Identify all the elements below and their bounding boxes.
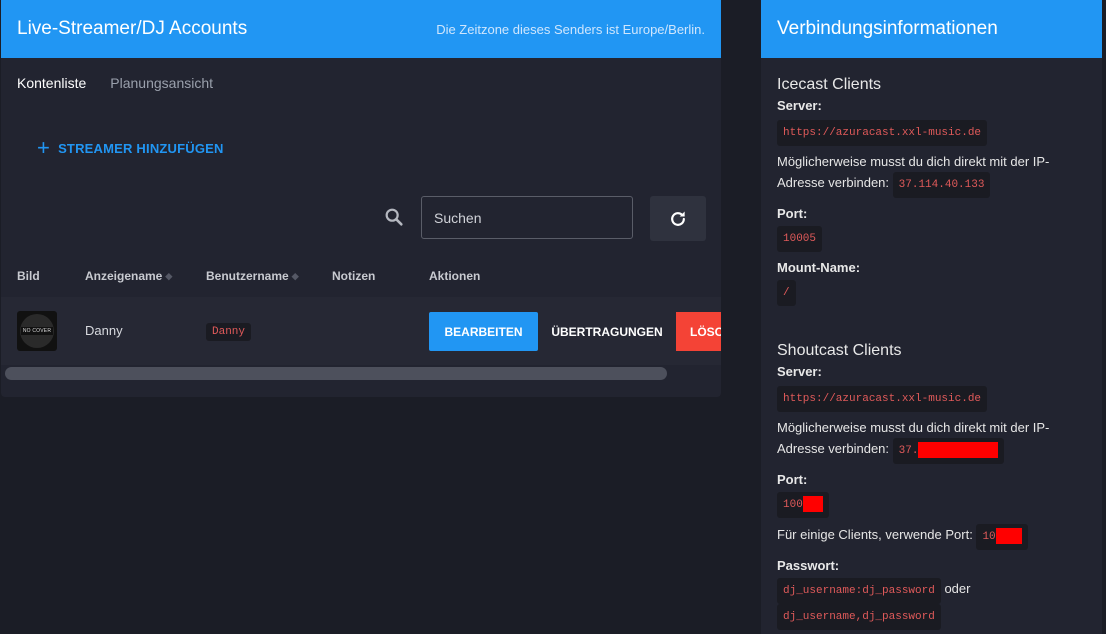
- connection-card-header: Verbindungsinformationen: [761, 0, 1102, 58]
- add-streamer-label: STREAMER HINZUFÜGEN: [58, 140, 224, 156]
- delete-button[interactable]: LÖSC: [676, 312, 721, 351]
- shoutcast-ip-address: 37.: [892, 438, 1005, 464]
- connection-info-card: Verbindungsinformationen Icecast Clients…: [761, 0, 1102, 634]
- table-header: Bild Anzeigename ◆ Benutzername ◆ Notize…: [1, 256, 721, 296]
- tab-account-list[interactable]: Kontenliste: [17, 75, 86, 91]
- display-name-cell: Danny: [85, 323, 123, 338]
- port-visible-part: 100: [783, 499, 803, 511]
- column-label: Aktionen: [429, 269, 481, 283]
- search-icon: [385, 208, 403, 226]
- horizontal-scrollbar[interactable]: [1, 365, 721, 382]
- password-label: Passwort:: [777, 558, 840, 573]
- some-clients-note: Für einige Clients, verwende Port: 10: [777, 524, 1086, 550]
- avatar: NO COVER: [17, 311, 57, 351]
- table-row: NO COVER Danny Danny BEARBEITEN ÜBERTRAG…: [1, 297, 721, 365]
- password-format-comma: dj_username,dj_password: [777, 604, 941, 630]
- icecast-ip-note: Möglicherweise musst du dich direkt mit …: [777, 152, 1086, 198]
- username-code: Danny: [206, 323, 252, 341]
- column-label: Bild: [17, 269, 40, 283]
- icecast-server-label: Server:: [777, 98, 822, 113]
- shoutcast-port-label: Port:: [777, 472, 808, 487]
- streamers-card-header: Live-Streamer/DJ Accounts Die Zeitzone d…: [1, 0, 721, 58]
- shoutcast-server-label: Server:: [777, 364, 822, 379]
- username-cell: Danny: [206, 321, 252, 341]
- redaction-block: [802, 496, 823, 513]
- refresh-icon: [671, 211, 685, 226]
- edit-button[interactable]: BEARBEITEN: [429, 312, 538, 351]
- tab-schedule-view[interactable]: Planungsansicht: [110, 75, 213, 91]
- shoutcast-heading: Shoutcast Clients: [777, 342, 902, 359]
- plus-icon: +: [37, 135, 51, 160]
- connection-card-title: Verbindungsinformationen: [777, 18, 998, 39]
- column-header-display-name[interactable]: Anzeigename ◆: [85, 269, 172, 283]
- icecast-heading: Icecast Clients: [777, 76, 882, 93]
- column-header-actions: Aktionen: [429, 269, 480, 283]
- password-formats: dj_username:dj_password oder dj_username…: [777, 578, 1086, 630]
- no-cover-disc-icon: NO COVER: [20, 314, 54, 348]
- scrollbar-thumb[interactable]: [5, 367, 667, 380]
- column-label: Anzeigename: [85, 269, 163, 283]
- sort-icon: ◆: [291, 271, 299, 281]
- icecast-server-url: https://azuracast.xxl-music.de: [777, 120, 988, 146]
- column-header-username[interactable]: Benutzername ◆: [206, 269, 299, 283]
- streamers-card: Live-Streamer/DJ Accounts Die Zeitzone d…: [1, 0, 721, 397]
- icecast-mount-name: /: [777, 280, 796, 306]
- streamers-card-title: Live-Streamer/DJ Accounts: [17, 18, 248, 39]
- redaction-block: [918, 442, 999, 459]
- broadcasts-button[interactable]: ÜBERTRAGUNGEN: [538, 312, 676, 351]
- some-clients-port: 10: [976, 524, 1028, 550]
- icecast-mount-label: Mount-Name:: [777, 260, 861, 275]
- tab-bar: Kontenliste Planungsansicht: [1, 58, 721, 108]
- ip-note-line-2: Adresse verbinden:: [777, 175, 890, 190]
- port-visible-part: 10: [982, 531, 996, 543]
- password-or: oder: [944, 581, 971, 596]
- sort-icon: ◆: [165, 271, 173, 281]
- ip-note-line-1: Möglicherweise musst du dich direkt mit …: [777, 154, 1050, 169]
- shoutcast-ip-note: Möglicherweise musst du dich direkt mit …: [777, 418, 1086, 464]
- icecast-ip-address: 37.114.40.133: [892, 172, 991, 198]
- refresh-button[interactable]: [650, 196, 706, 241]
- shoutcast-server-url: https://azuracast.xxl-music.de: [777, 386, 988, 412]
- password-format-colon: dj_username:dj_password: [777, 578, 941, 604]
- ip-note-line-2: Adresse verbinden:: [777, 441, 890, 456]
- redaction-block: [995, 528, 1022, 545]
- column-header-image: Bild: [17, 269, 40, 283]
- icecast-port-label: Port:: [777, 206, 808, 221]
- add-streamer-button[interactable]: + STREAMER HINZUFÜGEN: [37, 135, 224, 160]
- some-clients-label: Für einige Clients, verwende Port:: [777, 527, 973, 542]
- ip-note-line-1: Möglicherweise musst du dich direkt mit …: [777, 420, 1050, 435]
- icecast-port: 10005: [777, 226, 823, 252]
- column-label: Notizen: [332, 269, 376, 283]
- avatar-text: NO COVER: [20, 327, 54, 335]
- column-header-notes: Notizen: [332, 269, 375, 283]
- timezone-note: Die Zeitzone dieses Senders ist Europe/B…: [436, 21, 705, 37]
- connection-card-body: Icecast Clients Server: https://azuracas…: [761, 58, 1102, 630]
- ip-visible-part: 37.: [898, 445, 919, 457]
- column-label: Benutzername: [206, 269, 289, 283]
- shoutcast-port: 100: [777, 492, 829, 518]
- search-input[interactable]: [421, 196, 633, 239]
